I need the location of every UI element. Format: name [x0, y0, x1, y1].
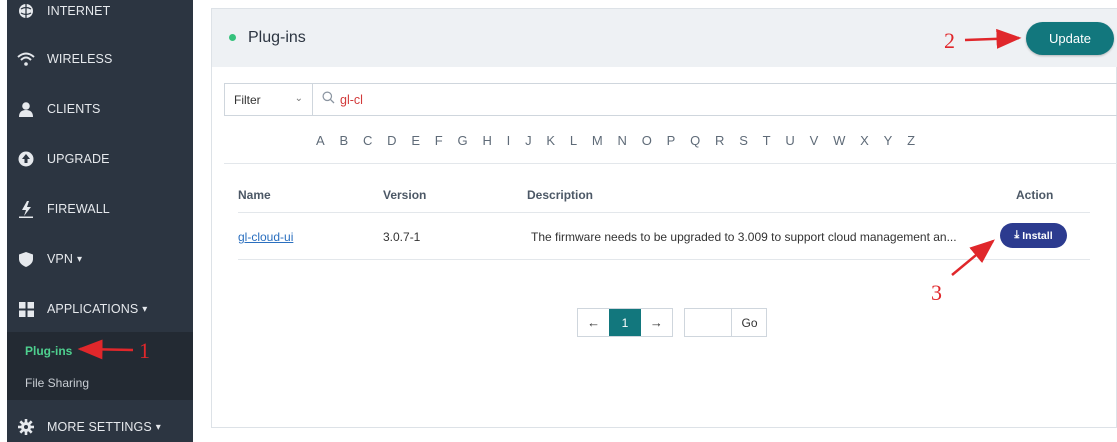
arrow-3 [951, 239, 995, 276]
screen: INTERNET WIRELESS CLIENTS UPGRADE FIREWA [0, 0, 1117, 442]
annotation-arrows [77, 28, 1022, 360]
annotation-number-2: 2 [944, 28, 955, 53]
arrow-1 [77, 339, 134, 360]
annotation-number-3: 3 [931, 280, 942, 305]
annotation-number-1: 1 [139, 338, 150, 363]
arrow-2 [964, 28, 1022, 49]
